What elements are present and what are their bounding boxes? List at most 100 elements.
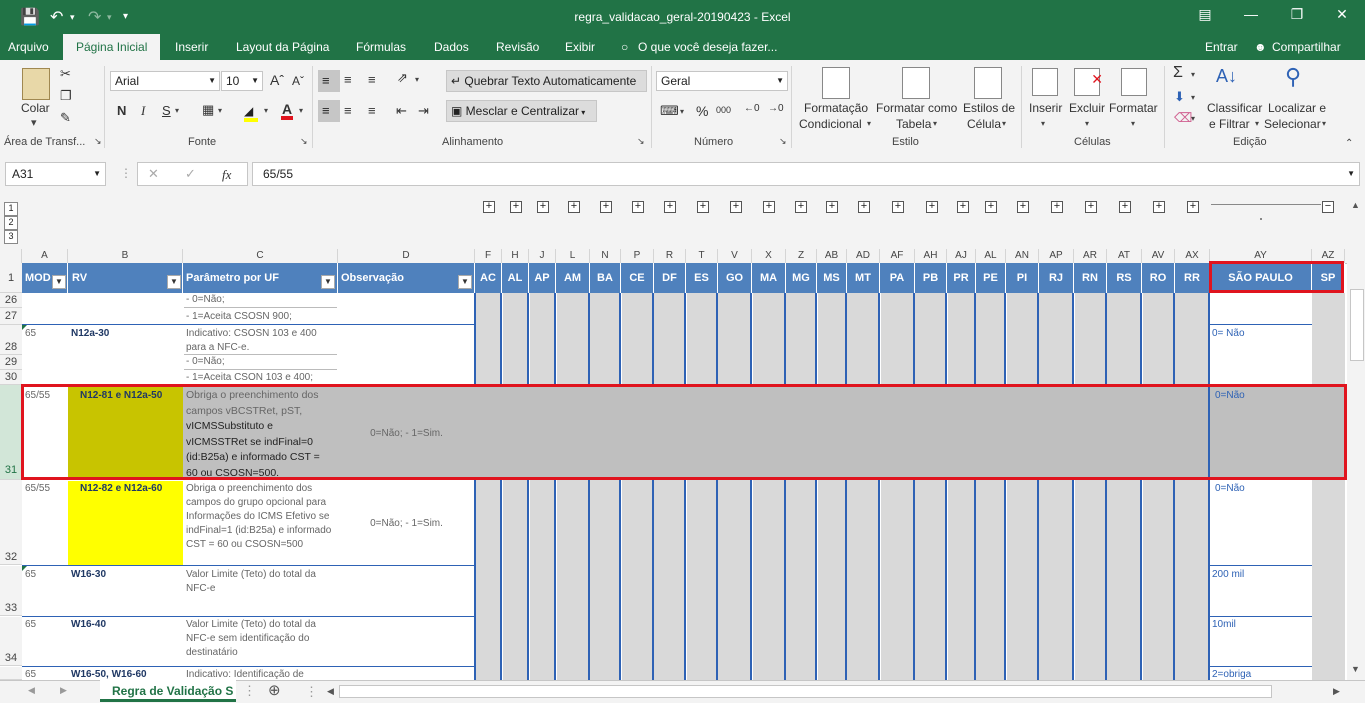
filter-dropdown-icon[interactable]: ▼ <box>52 275 66 289</box>
column-header[interactable]: T <box>686 249 718 263</box>
column-header[interactable]: L <box>556 249 590 263</box>
name-box[interactable]: A31 ▼ <box>5 162 106 186</box>
rv-cell[interactable]: W16-50, W16-60 <box>71 668 181 680</box>
font-name-select[interactable]: Arial ▼ <box>110 71 220 91</box>
column-header[interactable]: AR <box>1074 249 1107 263</box>
cut-icon[interactable]: ✂ <box>60 66 71 82</box>
param-cell[interactable]: Indicativo: CSOSN 103 e 400 para a NFC-e… <box>186 327 336 355</box>
format-as-table-label-1[interactable]: Formatar como <box>876 101 957 115</box>
underline-dropdown-icon[interactable]: ▾ <box>175 106 179 115</box>
expand-group-button[interactable]: + <box>858 201 870 213</box>
column-header[interactable]: A <box>22 249 68 263</box>
decrease-font-icon[interactable]: Aˇ <box>292 74 304 88</box>
rv-cell[interactable]: N12a-30 <box>71 327 181 341</box>
tab-formulas[interactable]: Fórmulas <box>356 40 406 54</box>
column-header[interactable]: AJ <box>947 249 976 263</box>
outline-level-1[interactable]: 1 <box>4 202 18 216</box>
delete-cells-label[interactable]: Excluir <box>1069 101 1105 115</box>
share-button[interactable]: Compartilhar <box>1272 40 1341 54</box>
mod-cell[interactable]: 65 <box>25 568 65 582</box>
expand-group-button[interactable]: + <box>1085 201 1097 213</box>
conditional-format-label-1[interactable]: Formatação <box>804 101 868 115</box>
tab-inserir[interactable]: Inserir <box>175 40 208 54</box>
column-header[interactable]: AD <box>847 249 880 263</box>
tab-exibir[interactable]: Exibir <box>565 40 595 54</box>
chevron-down-icon[interactable]: ▾ <box>1002 119 1006 128</box>
column-header[interactable]: AB <box>817 249 847 263</box>
column-header[interactable]: C <box>183 249 338 263</box>
horizontal-scrollbar-thumb[interactable] <box>339 685 1272 698</box>
column-header[interactable]: AP <box>1039 249 1074 263</box>
find-select-icon[interactable]: ⚲ <box>1285 64 1301 90</box>
close-icon[interactable]: ✕ <box>1327 6 1357 23</box>
cancel-icon[interactable]: ✕ <box>148 166 159 182</box>
ribbon-display-icon[interactable]: ▤ <box>1190 6 1220 23</box>
row-header[interactable]: 32 <box>0 480 22 565</box>
font-color-dropdown-icon[interactable]: ▾ <box>299 106 303 115</box>
fill-dropdown-icon[interactable]: ▾ <box>264 106 268 115</box>
chevron-down-icon[interactable]: ▾ <box>933 119 937 128</box>
format-cells-icon[interactable] <box>1121 68 1147 96</box>
column-header[interactable]: AN <box>1006 249 1039 263</box>
param-cell[interactable]: Valor Limite (Teto) do total da NFC-e <box>186 568 336 614</box>
formula-input[interactable]: 65/55 ▼ <box>252 162 1360 186</box>
chevron-down-icon[interactable]: ▾ <box>1255 119 1259 128</box>
param-cell[interactable]: - 1=Aceita CSOSN 900; <box>186 310 336 324</box>
add-sheet-icon[interactable]: ⊕ <box>268 681 281 699</box>
scroll-down-icon[interactable]: ▼ <box>1351 664 1360 674</box>
expand-group-button[interactable]: + <box>600 201 612 213</box>
column-header[interactable]: Z <box>786 249 817 263</box>
row-header[interactable] <box>0 667 22 680</box>
rv-cell[interactable]: N12-82 e N12a-60 <box>80 482 182 496</box>
number-launcher-icon[interactable]: ↘ <box>779 136 787 147</box>
insert-function-button[interactable]: fx <box>222 167 231 183</box>
fill-color-icon[interactable]: ◢ <box>244 104 258 122</box>
percent-icon[interactable]: % <box>696 103 708 119</box>
orientation-icon[interactable]: ⇗ <box>397 70 408 86</box>
font-size-select[interactable]: 10 ▼ <box>221 71 263 91</box>
find-select-label-2[interactable]: Selecionar <box>1264 117 1321 131</box>
expand-group-button[interactable]: + <box>985 201 997 213</box>
row-header[interactable]: 30 <box>0 370 22 385</box>
tell-me-search[interactable]: O que você deseja fazer... <box>638 40 777 54</box>
column-header[interactable]: AH <box>915 249 947 263</box>
tab-dados[interactable]: Dados <box>434 40 469 54</box>
expand-group-button[interactable]: + <box>1153 201 1165 213</box>
expand-group-button[interactable]: + <box>826 201 838 213</box>
expand-group-button[interactable]: + <box>537 201 549 213</box>
sp-value-cell[interactable]: 10mil <box>1212 618 1308 632</box>
font-launcher-icon[interactable]: ↘ <box>300 136 308 147</box>
orientation-dropdown-icon[interactable]: ▾ <box>415 75 419 84</box>
increase-decimal-icon[interactable]: ←0 <box>744 103 760 114</box>
expand-group-button[interactable]: + <box>957 201 969 213</box>
scrollbar-thumb[interactable] <box>1350 289 1364 361</box>
align-right-icon[interactable]: ≡ <box>368 103 376 118</box>
expand-group-button[interactable]: + <box>1051 201 1063 213</box>
decrease-indent-icon[interactable]: ⇤ <box>396 103 407 119</box>
outline-level-3[interactable]: 3 <box>4 230 18 244</box>
number-format-select[interactable]: Geral ▼ <box>656 71 788 91</box>
tab-arquivo[interactable]: Arquivo <box>8 40 49 54</box>
cell-styles-icon[interactable] <box>974 67 1002 99</box>
mod-cell[interactable]: 65 <box>25 668 65 680</box>
rv-cell[interactable]: W16-30 <box>71 568 181 582</box>
param-cell[interactable]: Valor Limite (Teto) do total da NFC-e se… <box>186 618 336 664</box>
filter-dropdown-icon[interactable]: ▼ <box>458 275 472 289</box>
cell-styles-label-1[interactable]: Estilos de <box>963 101 1015 115</box>
expand-group-button[interactable]: + <box>510 201 522 213</box>
expand-group-button[interactable]: + <box>892 201 904 213</box>
paste-dropdown-icon[interactable]: ▾ <box>31 116 37 129</box>
underline-button[interactable]: S <box>162 103 171 118</box>
expand-group-button[interactable]: + <box>763 201 775 213</box>
clipboard-launcher-icon[interactable]: ↘ <box>94 136 102 147</box>
column-header[interactable]: V <box>718 249 752 263</box>
rv-cell[interactable]: W16-40 <box>71 618 181 632</box>
param-cell[interactable]: - 0=Não; <box>186 293 336 307</box>
row-header-selected[interactable]: 31 <box>0 385 22 480</box>
scroll-left-icon[interactable]: ◀ <box>327 686 334 697</box>
column-header[interactable]: B <box>68 249 183 263</box>
find-select-label-1[interactable]: Localizar e <box>1268 101 1326 115</box>
decrease-decimal-icon[interactable]: →0 <box>768 103 784 114</box>
enter-icon[interactable]: ✓ <box>185 166 196 182</box>
obs-cell[interactable]: 0=Não; - 1=Sim. <box>338 517 475 531</box>
